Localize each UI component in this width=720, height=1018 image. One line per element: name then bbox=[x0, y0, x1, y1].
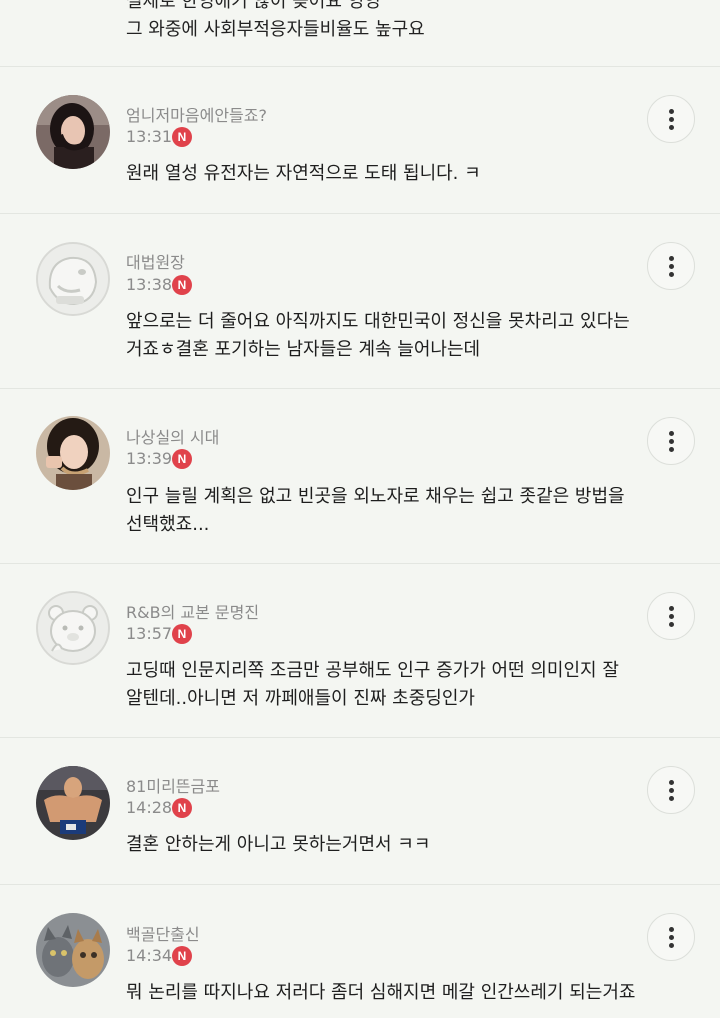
more-dot-icon bbox=[669, 109, 674, 114]
more-dot-icon bbox=[669, 606, 674, 611]
photo-woman-icon[interactable] bbox=[36, 95, 110, 169]
comment-text-line: 실제로 한영애기 않이 늦어요 영영 bbox=[126, 0, 381, 12]
comment-time: 13:39 bbox=[126, 449, 173, 468]
more-options-button[interactable] bbox=[647, 95, 695, 143]
photo-eating-woman-icon[interactable] bbox=[36, 416, 110, 490]
more-dot-icon bbox=[669, 431, 674, 436]
more-dot-icon bbox=[669, 256, 674, 261]
comment-item: 81미리뜬금포 14:28 N 결혼 안하는게 아니고 못하는거면서 ㅋㅋ bbox=[0, 738, 720, 885]
comment-item: 백골단출신 14:34 N 뭐 논리를 따지나요 저러다 좀더 심해지면 메갈 … bbox=[0, 885, 720, 1018]
comment-time: 13:31 bbox=[126, 127, 173, 146]
more-dot-icon bbox=[669, 780, 674, 785]
comment-author[interactable]: 엄니저마음에안들죠? bbox=[126, 102, 267, 126]
comment-text: 원래 열성 유전자는 자연적으로 도태 됩니다. ㅋ bbox=[126, 160, 481, 188]
new-badge: N bbox=[172, 624, 192, 644]
comment-time: 13:57 bbox=[126, 624, 173, 643]
more-dot-icon bbox=[669, 439, 674, 444]
comment-author[interactable]: 백골단출신 bbox=[126, 921, 200, 945]
comment-text: 고딩때 인문지리쪽 조금만 공부해도 인구 증가가 어떤 의미인지 잘 알텐데.… bbox=[126, 657, 619, 713]
more-dot-icon bbox=[669, 125, 674, 130]
new-badge: N bbox=[172, 946, 192, 966]
comment-item: 대법원장 13:38 N 앞으로는 더 줄어요 아직까지도 대한민국이 정신을 … bbox=[0, 214, 720, 389]
new-badge: N bbox=[172, 127, 192, 147]
more-dot-icon bbox=[669, 272, 674, 277]
comment-time: 14:34 bbox=[126, 946, 173, 965]
more-dot-icon bbox=[669, 614, 674, 619]
comment-author[interactable]: 81미리뜬금포 bbox=[126, 773, 220, 797]
more-dot-icon bbox=[669, 788, 674, 793]
comment-text-line: 고딩때 인문지리쪽 조금만 공부해도 인구 증가가 어떤 의미인지 잘 bbox=[126, 660, 619, 681]
comment-text: 뭐 논리를 따지나요 저러다 좀더 심해지면 메갈 인간쓰레기 되는거죠 bbox=[126, 979, 635, 1007]
bear-character-icon[interactable] bbox=[36, 591, 110, 665]
photo-fighter-icon[interactable] bbox=[36, 766, 110, 840]
more-dot-icon bbox=[669, 935, 674, 940]
comment-time: 13:38 bbox=[126, 275, 173, 294]
comment-text-line: 뭐 논리를 따지나요 저러다 좀더 심해지면 메갈 인간쓰레기 되는거죠 bbox=[126, 982, 636, 1003]
new-badge: N bbox=[172, 449, 192, 469]
more-options-button[interactable] bbox=[647, 592, 695, 640]
more-dot-icon bbox=[669, 943, 674, 948]
comment-author[interactable]: R&B의 교본 문명진 bbox=[126, 599, 259, 623]
comment-text-line: 거죠ㅎ결혼 포기하는 남자들은 계속 늘어나는데 bbox=[126, 339, 481, 360]
more-options-button[interactable] bbox=[647, 417, 695, 465]
default-character-icon[interactable] bbox=[36, 242, 110, 316]
comment-item: 엄니저마음에안들죠? 13:31 N 원래 열성 유전자는 자연적으로 도태 됩… bbox=[0, 67, 720, 214]
more-dot-icon bbox=[669, 447, 674, 452]
more-options-button[interactable] bbox=[647, 242, 695, 290]
new-badge: N bbox=[172, 798, 192, 818]
comment-text-line: 원래 열성 유전자는 자연적으로 도태 됩니다. ㅋ bbox=[126, 163, 481, 184]
comment-text-line: 결혼 안하는게 아니고 못하는거면서 ㅋㅋ bbox=[126, 834, 431, 855]
more-dot-icon bbox=[669, 622, 674, 627]
comment-text: 인구 늘릴 계획은 없고 빈곳을 외노자로 채우는 쉽고 좃같은 방법을 선택했… bbox=[126, 483, 625, 539]
comment-text-line: 그 와중에 사회부적응자들비율도 높구요 bbox=[126, 19, 425, 40]
comment-text-line: 인구 늘릴 계획은 없고 빈곳을 외노자로 채우는 쉽고 좃같은 방법을 bbox=[126, 486, 625, 507]
comment-time: 14:28 bbox=[126, 798, 173, 817]
comment-author[interactable]: 대법원장 bbox=[126, 249, 185, 273]
more-options-button[interactable] bbox=[647, 913, 695, 961]
comment-item: 나상실의 시대 13:39 N 인구 늘릴 계획은 없고 빈곳을 외노자로 채우… bbox=[0, 389, 720, 564]
comment-text-line: 알텐데..아니면 저 까페애들이 진짜 초중딩인가 bbox=[126, 688, 475, 709]
more-dot-icon bbox=[669, 796, 674, 801]
comment-text-line: 선택했죠... bbox=[126, 514, 210, 535]
previous-comment-fragment: 실제로 한영애기 않이 늦어요 영영 그 와중에 사회부적응자들비율도 높구요 bbox=[0, 0, 720, 67]
new-badge: N bbox=[172, 275, 192, 295]
comment-text: 결혼 안하는게 아니고 못하는거면서 ㅋㅋ bbox=[126, 831, 430, 859]
more-dot-icon bbox=[669, 927, 674, 932]
photo-cats-icon[interactable] bbox=[36, 913, 110, 987]
comment-text: 앞으로는 더 줄어요 아직까지도 대한민국이 정신을 못차리고 있다는 거죠ㅎ결… bbox=[126, 308, 630, 364]
more-options-button[interactable] bbox=[647, 766, 695, 814]
comment-item: R&B의 교본 문명진 13:57 N 고딩때 인문지리쪽 조금만 공부해도 인… bbox=[0, 564, 720, 738]
comment-author[interactable]: 나상실의 시대 bbox=[126, 424, 219, 448]
comment-text-line: 앞으로는 더 줄어요 아직까지도 대한민국이 정신을 못차리고 있다는 bbox=[126, 311, 630, 332]
more-dot-icon bbox=[669, 264, 674, 269]
more-dot-icon bbox=[669, 117, 674, 122]
